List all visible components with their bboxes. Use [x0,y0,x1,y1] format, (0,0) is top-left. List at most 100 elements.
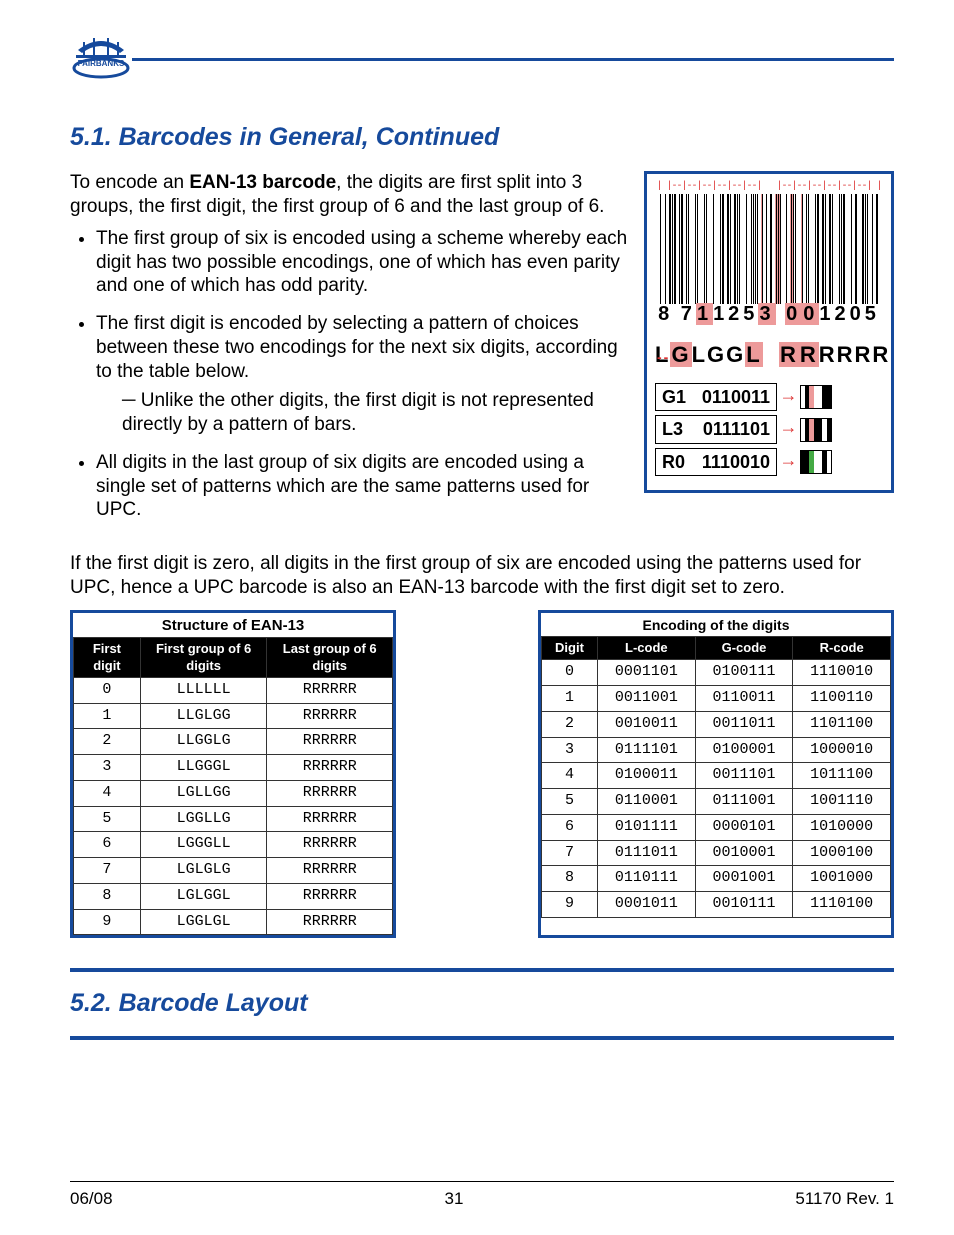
table-cell: RRRRRR [267,883,393,909]
table-cell: RRRRRR [267,703,393,729]
table-cell: LLLLLL [140,677,267,703]
table-cell: 1110100 [793,892,891,918]
sub-bullet-item: Unlike the other digits, the first digit… [122,389,628,437]
table-cell: RRRRRR [267,806,393,832]
table-cell: LLGGGL [140,755,267,781]
table-cell: 1101100 [793,711,891,737]
barcode-digits: 8 711253 001205 [655,302,883,327]
table-cell: RRRRRR [267,677,393,703]
table-row: 3LLGGGLRRRRRR [74,755,393,781]
table-cell: 4 [74,780,141,806]
table-header: Last group of 6 digits [267,638,393,678]
table-cell: 0111101 [598,737,696,763]
table-cell: 1001000 [793,866,891,892]
table-cell: 0011101 [695,763,793,789]
table-row: 9LGGLGLRRRRRR [74,909,393,935]
table-row: 8011011100010011001000 [542,866,891,892]
table-cell: 0010111 [695,892,793,918]
bottom-section-title: 5.2. Barcode Layout [70,968,894,1039]
table-header: Digit [542,637,598,660]
table-cell: 1001110 [793,789,891,815]
table-cell: 5 [542,789,598,815]
table-cell: 0110111 [598,866,696,892]
table-cell: 1 [542,686,598,712]
main-content-row: To encode an EAN-13 barcode, the digits … [70,171,894,536]
table-row: 0000110101001111110010 [542,660,891,686]
table-cell: 0111001 [695,789,793,815]
table-cell: 0100001 [695,737,793,763]
table-cell: 1 [74,703,141,729]
table-cell: 0011011 [695,711,793,737]
table-cell: 0101111 [598,814,696,840]
table-cell: 8 [542,866,598,892]
table-row: 0LLLLLLRRRRRR [74,677,393,703]
table-cell: LGGLLG [140,806,267,832]
table-cell: 4 [542,763,598,789]
table-cell: 2 [542,711,598,737]
page-footer: 06/08 31 51170 Rev. 1 [70,1181,894,1209]
table-row: 7LGLGLGRRRRRR [74,858,393,884]
table-cell: 3 [542,737,598,763]
table-row: 1LLGLGGRRRRRR [74,703,393,729]
table-cell: RRRRRR [267,755,393,781]
table-cell: 1100110 [793,686,891,712]
barcode-encoding-list: G10110011→ L30111101→ R01110010→ [655,383,883,477]
sub-bullet-list: Unlike the other digits, the first digit… [96,389,628,437]
table-header: First digit [74,638,141,678]
table-row: 9000101100101111110100 [542,892,891,918]
table-cell: 0010001 [695,840,793,866]
table-cell: 1000010 [793,737,891,763]
table-cell: 0001101 [598,660,696,686]
table-row: 2LLGGLGRRRRRR [74,729,393,755]
table-header: G-code [695,637,793,660]
table-cell: LGLGGL [140,883,267,909]
table-header: First group of 6 digits [140,638,267,678]
table-cell: 0 [542,660,598,686]
table-cell: 8 [74,883,141,909]
table-cell: LGGGLL [140,832,267,858]
barcode-top-marks: | |--|--|--|--|--|--| |--|--|--|--|--|--… [655,182,883,192]
table-cell: 0000101 [695,814,793,840]
table-row: 5011000101110011001110 [542,789,891,815]
table-header: R-code [793,637,891,660]
table-cell: RRRRRR [267,729,393,755]
barcode-bars [660,194,878,304]
barcode-parity: -- LGLGGL RRRRRR [655,341,883,369]
table-row: 4010001100111011011100 [542,763,891,789]
bullet-item: The first group of six is encoded using … [96,227,628,298]
footer-doc-rev: 51170 Rev. 1 [795,1188,894,1209]
table-row: 7011101100100011000100 [542,840,891,866]
table-cell: LLGGLG [140,729,267,755]
table-row: 1001100101100111100110 [542,686,891,712]
intro-para: To encode an EAN-13 barcode, the digits … [70,171,628,219]
table-cell: LGLGLG [140,858,267,884]
table-cell: 2 [74,729,141,755]
page: FAIRBANKS 5.1. Barcodes in General, Cont… [0,0,954,1235]
table-cell: 9 [542,892,598,918]
table-row: 2001001100110111101100 [542,711,891,737]
table-cell: 7 [74,858,141,884]
table-cell: 5 [74,806,141,832]
table-header: L-code [598,637,696,660]
after-paragraph: If the first digit is zero, all digits i… [70,552,894,600]
table-caption: Structure of EAN-13 [73,613,393,638]
table-row: 5LGGLLGRRRRRR [74,806,393,832]
table-cell: 1011100 [793,763,891,789]
table-row: 6LGGGLLRRRRRR [74,832,393,858]
table-cell: 0110001 [598,789,696,815]
table-cell: LLGLGG [140,703,267,729]
bullet-list: The first group of six is encoded using … [70,227,628,522]
table-cell: RRRRRR [267,780,393,806]
encoding-row: L30111101→ [655,415,883,444]
bullet-text: The first digit is encoded by selecting … [96,313,618,382]
intro-text-a: To encode an [70,172,189,193]
table-cell: 9 [74,909,141,935]
barcode-figure: | |--|--|--|--|--|--| |--|--|--|--|--|--… [644,171,894,493]
table-cell: 3 [74,755,141,781]
table-cell: LGLLGG [140,780,267,806]
bullet-item: All digits in the last group of six digi… [96,451,628,522]
encoding-row: G10110011→ [655,383,883,412]
section-title: 5.1. Barcodes in General, Continued [70,122,894,153]
table-cell: RRRRRR [267,909,393,935]
encoding-row: R01110010→ [655,448,883,477]
